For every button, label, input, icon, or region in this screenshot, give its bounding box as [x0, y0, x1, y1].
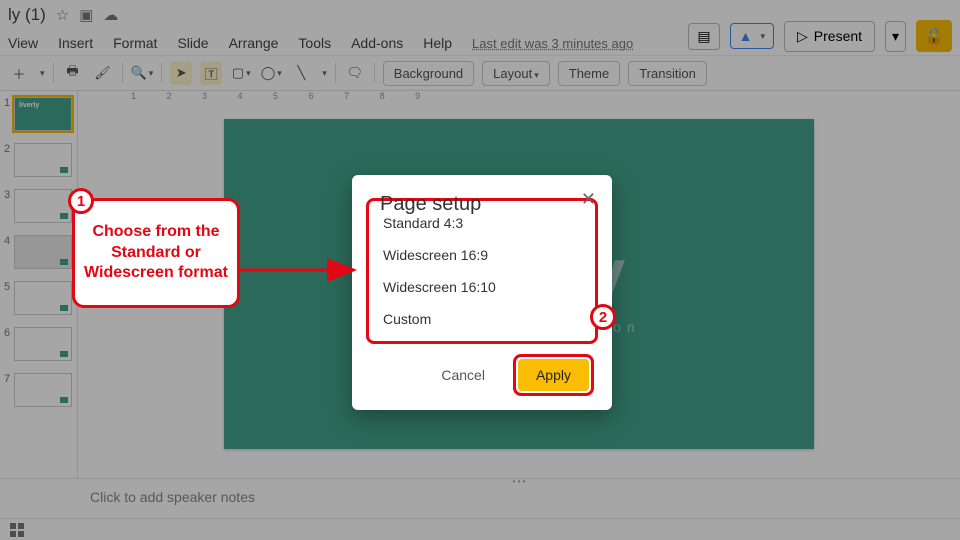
cancel-button[interactable]: Cancel: [423, 354, 503, 396]
close-icon[interactable]: ✕: [581, 189, 596, 210]
annotation-arrow: [236, 256, 366, 286]
page-setup-options: Standard 4:3 Widescreen 16:9 Widescreen …: [366, 198, 598, 344]
option-custom[interactable]: Custom: [379, 303, 585, 335]
annotation-callout: Choose from the Standard or Widescreen f…: [72, 198, 240, 308]
annotation-badge-2: 2: [590, 304, 616, 330]
apply-button[interactable]: Apply: [518, 359, 589, 391]
option-widescreen-16-10[interactable]: Widescreen 16:10: [379, 271, 585, 303]
apply-highlight: Apply: [513, 354, 594, 396]
annotation-text: Choose from the Standard or Widescreen f…: [83, 222, 229, 284]
option-widescreen-16-9[interactable]: Widescreen 16:9: [379, 239, 585, 271]
page-setup-dialog: ✕ Page setup Standard 4:3 Widescreen 16:…: [352, 175, 612, 410]
annotation-badge-1: 1: [68, 188, 94, 214]
